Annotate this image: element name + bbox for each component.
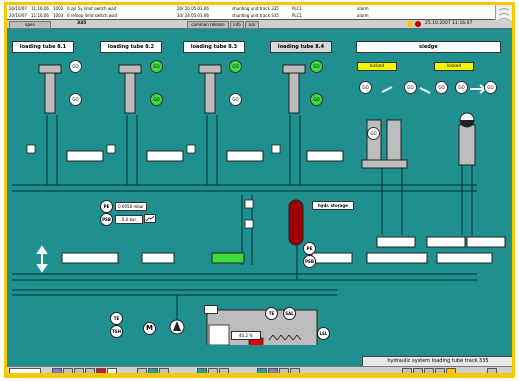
taskbar-icon-12[interactable] (268, 368, 278, 373)
taskbar-icon-11[interactable] (257, 368, 267, 373)
taskbar-icon-13[interactable] (279, 368, 289, 373)
go-indicator[interactable]: GO (229, 93, 242, 106)
taskbar-icon-2[interactable] (63, 368, 73, 373)
tank-level-sal[interactable]: SAL (283, 307, 296, 320)
pressure-value: 0.0058 mbar (115, 202, 147, 211)
sledge-go-indicator[interactable]: GO (367, 127, 380, 140)
pressure-switch-psb[interactable]: PSB (100, 213, 113, 226)
motor-m[interactable]: M (143, 322, 156, 335)
taskbar-icon-15[interactable] (402, 368, 412, 373)
taskbar-icon-10[interactable] (219, 368, 229, 373)
tank-level-lsl[interactable]: LSL (317, 327, 330, 340)
taskbar-icon-19[interactable] (446, 368, 456, 373)
taskbar-icon-6[interactable] (148, 368, 158, 373)
hydr-storage-label: hydr. storage (312, 201, 354, 210)
sledge-go-indicator[interactable]: GO (404, 81, 417, 94)
taskbar-icon-4[interactable] (85, 368, 95, 373)
taskbar-icon-16[interactable] (413, 368, 423, 373)
storage-pressure-pe[interactable]: PE (303, 242, 316, 255)
taskbar-icon-7[interactable] (159, 368, 169, 373)
sledge-go-indicator[interactable]: GO (359, 81, 372, 94)
storage-pressure-psb[interactable]: PSB (303, 255, 316, 268)
sledge-go-indicator[interactable]: GO (484, 81, 497, 94)
flag-icon[interactable] (107, 368, 117, 373)
taskbar-icon-5[interactable] (137, 368, 147, 373)
go-indicator-active[interactable]: GO (150, 60, 163, 73)
hydraulic-schematic (12, 64, 506, 345)
taskbar-icon-14[interactable] (290, 368, 300, 373)
sledge-arrow-right (470, 84, 487, 94)
taskbar-icon-20[interactable] (487, 368, 497, 373)
updown-arrow (36, 245, 48, 273)
sledge-go-indicator[interactable]: GO (435, 81, 448, 94)
taskbar-icon-9[interactable] (208, 368, 218, 373)
go-indicator-active[interactable]: GO (310, 93, 323, 106)
taskbar-icon-17[interactable] (424, 368, 434, 373)
trend-button[interactable] (144, 214, 156, 223)
go-indicator-active[interactable]: GO (310, 60, 323, 73)
valves-row2 (61, 252, 493, 264)
go-indicator[interactable]: GO (69, 93, 82, 106)
hmi-screen: 20/10/07 11:16:06 1002 0 zyl 5y limit sw… (7, 5, 512, 373)
tank-temperature-te[interactable]: TE (265, 307, 278, 320)
pipe-lines (12, 115, 477, 325)
taskbar-icon-1[interactable] (52, 368, 62, 373)
taskbar-icon-8[interactable] (197, 368, 207, 373)
temperature-sensor-te[interactable]: TE (110, 312, 123, 325)
go-indicator[interactable]: GO (69, 60, 82, 73)
taskbar-icon-3[interactable] (74, 368, 84, 373)
tank-level-value: 40.2 % (231, 331, 261, 340)
hydr-storage-vessel (288, 199, 304, 246)
tank-window (208, 324, 230, 345)
valve-active (211, 252, 245, 264)
siemens-logo (9, 368, 41, 373)
go-indicator-active[interactable]: GO (150, 93, 163, 106)
pressure-value-2: 0.0 bar (115, 215, 143, 224)
taskbar-icon-18[interactable] (435, 368, 445, 373)
valves-row1 (66, 150, 506, 248)
temperature-switch-tsh[interactable]: TSH (110, 325, 123, 338)
go-indicator-active[interactable]: GO (229, 60, 242, 73)
sledge-go-indicator[interactable]: GO (455, 81, 468, 94)
tank-detail-button[interactable] (204, 305, 218, 314)
flag-icon[interactable] (96, 368, 106, 373)
taskbar (7, 366, 512, 373)
pressure-sensor-pe[interactable]: PE (100, 200, 113, 213)
